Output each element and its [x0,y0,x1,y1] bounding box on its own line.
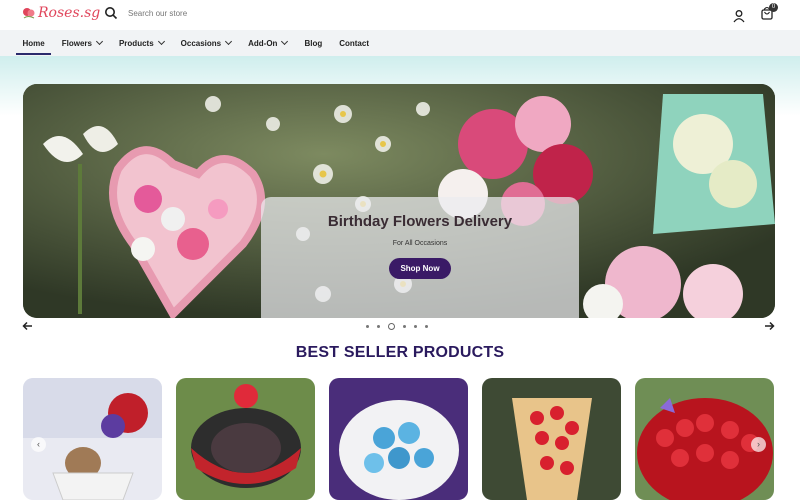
product-card[interactable]: ‹ [23,378,162,500]
search-bar[interactable] [104,6,280,20]
logo-text: Roses.sg [38,5,101,21]
hero-banner[interactable]: Birthday Flowers Delivery For All Occasi… [23,84,775,318]
nav-label: Flowers [61,38,92,48]
cart-count-badge: 0 [769,3,778,12]
nav-item-flowers[interactable]: Flowers [53,30,110,56]
slider-dot[interactable] [414,325,417,328]
best-seller-heading: BEST SELLER PRODUCTS [295,344,505,361]
site-logo[interactable]: Roses.sg [22,5,100,21]
product-image [176,378,315,500]
slider-dots [366,323,428,330]
product-card[interactable] [329,378,468,500]
search-input[interactable] [126,7,280,19]
product-image [482,378,621,500]
chevron-down-icon [225,37,233,46]
nav-item-products[interactable]: Products [110,30,172,56]
nav-item-blog[interactable]: Blog [296,30,331,56]
arrow-right-icon[interactable] [763,320,775,332]
slider-dot[interactable] [366,325,369,328]
nav-item-occasions[interactable]: Occasions [172,30,239,56]
top-bar: Roses.sg 0 [0,0,800,30]
chevron-down-icon [157,37,165,46]
arrow-left-icon[interactable] [22,320,34,332]
nav-label: Products [118,38,154,48]
nav-label: Add-On [248,38,278,48]
hero-subtitle: For All Occasions [392,240,448,247]
carousel-prev-button[interactable]: ‹ [31,437,46,452]
shop-now-button[interactable]: Shop Now [389,258,451,279]
slider-dot-active[interactable] [388,323,395,330]
nav-item-home[interactable]: Home [14,30,53,56]
product-card[interactable] [176,378,315,500]
chevron-down-icon [281,37,289,46]
slider-dot[interactable] [377,325,380,328]
nav-item-contact[interactable]: Contact [331,30,378,56]
nav-label: Home [22,38,45,48]
chevron-down-icon [95,37,104,46]
nav-label: Contact [339,38,369,48]
carousel-next-button[interactable]: › [751,437,766,452]
nav-label: Blog [304,38,323,48]
main-nav: Home Flowers Products Occasions Add-On B… [0,30,800,56]
hero-title: Birthday Flowers Delivery [327,213,513,230]
slider-dot[interactable] [403,325,406,328]
product-card[interactable] [482,378,621,500]
account-icon[interactable] [732,9,746,23]
rose-logo-icon [23,8,35,19]
product-card[interactable]: › [635,378,774,500]
search-icon[interactable] [104,6,118,20]
nav-item-add-on[interactable]: Add-On [240,30,296,56]
slider-dot[interactable] [425,325,428,328]
cart-button[interactable]: 0 [760,3,778,25]
hero-caption-card: Birthday Flowers Delivery For All Occasi… [261,197,579,318]
product-image [329,378,468,500]
nav-label: Occasions [180,38,222,48]
